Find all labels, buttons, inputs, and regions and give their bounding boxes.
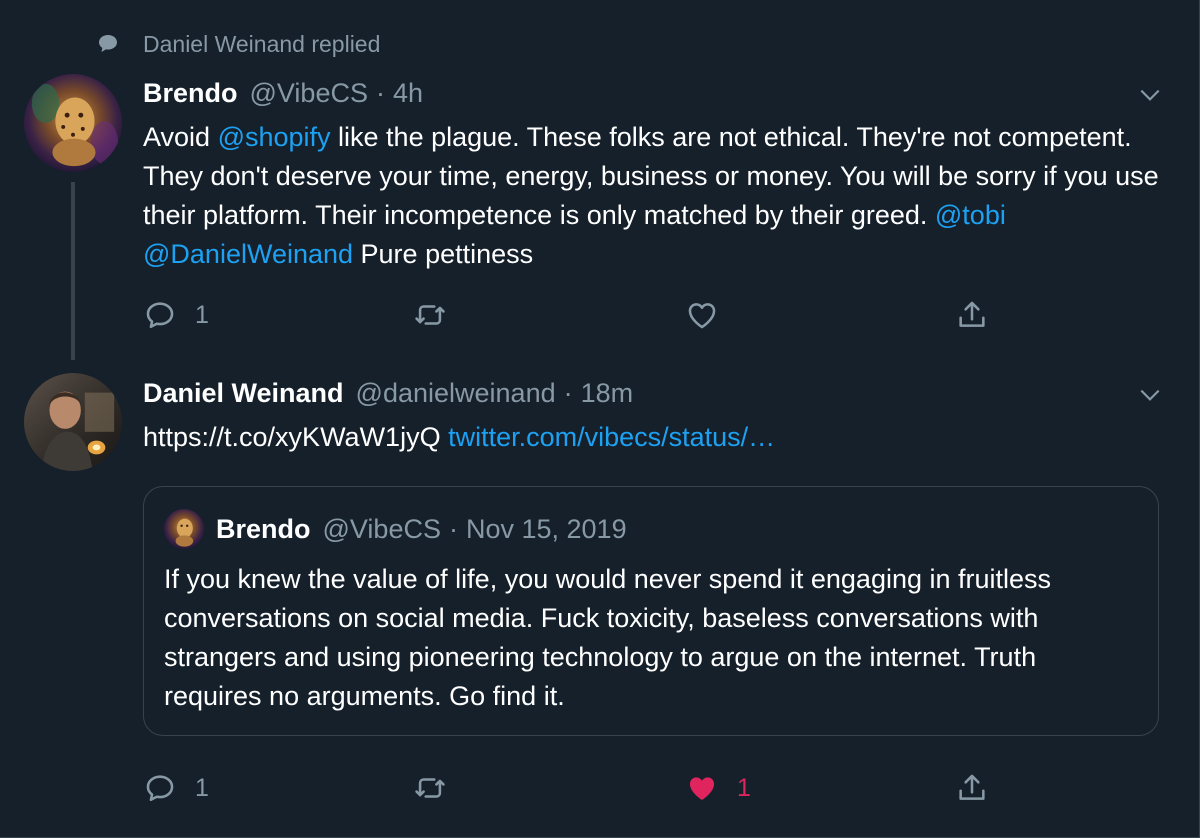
quoted-tweet-header: Brendo @VibeCS · Nov 15, 2019 — [164, 509, 627, 549]
tweet-header: Daniel Weinand @danielweinand · 18m — [143, 378, 633, 409]
quoted-author-name: Brendo — [216, 513, 311, 544]
share-icon — [959, 774, 985, 800]
quoted-tweet-date: Nov 15, 2019 — [465, 513, 627, 544]
like-button[interactable] — [685, 295, 737, 335]
tweet-actions: 1 — [143, 295, 1003, 335]
chevron-down-icon — [1140, 389, 1160, 401]
retweet-button[interactable] — [413, 295, 465, 335]
quoted-tweet-text: If you knew the value of life, you would… — [164, 564, 1052, 711]
retweet-icon — [415, 305, 445, 325]
separator-dot: · — [375, 78, 385, 108]
heart-icon — [688, 303, 716, 329]
tweet-header: Brendo @VibeCS · 4h — [143, 78, 423, 109]
more-options-button[interactable] — [1135, 80, 1165, 110]
retweet-icon — [415, 778, 445, 798]
tweet-text: https://t.co/xyKWaW1jyQ twitter.com/vibe… — [143, 418, 1163, 457]
avatar — [164, 509, 204, 549]
avatar[interactable] — [24, 373, 122, 471]
author-handle[interactable]: @danielweinand — [356, 378, 556, 409]
tweet-actions: 1 1 — [143, 768, 1003, 808]
mention-link[interactable]: @DanielWeinand — [143, 239, 353, 269]
tweet-timestamp[interactable]: 4h — [393, 78, 423, 109]
reply-count: 1 — [195, 300, 209, 329]
short-url[interactable]: https://t.co/xyKWaW1jyQ — [143, 422, 448, 452]
separator-dot: · — [563, 378, 573, 408]
mention-link[interactable]: @shopify — [218, 122, 331, 152]
quoted-tweet-card[interactable]: Brendo @VibeCS · Nov 15, 2019 If you kne… — [143, 486, 1159, 736]
author-name[interactable]: Brendo — [143, 78, 238, 109]
tweet-timestamp[interactable]: 18m — [581, 378, 634, 409]
like-button[interactable]: 1 — [685, 768, 751, 808]
reply-icon — [146, 775, 174, 802]
quoted-author-handle: @VibeCS — [322, 513, 441, 544]
quoted-tweet-link[interactable]: twitter.com/vibecs/status/… — [448, 422, 775, 452]
share-button[interactable] — [955, 768, 989, 808]
reply-icon — [146, 302, 174, 329]
tweet-text: Avoid @shopify like the plague. These fo… — [143, 118, 1163, 274]
reply-button[interactable]: 1 — [143, 295, 209, 335]
comment-bubble-icon — [96, 32, 120, 56]
author-handle[interactable]: @VibeCS — [250, 78, 368, 109]
separator-dot: · — [448, 513, 458, 544]
tweet-thread: Daniel Weinand replied Brendo @VibeCS · … — [0, 0, 1200, 838]
reply-count: 1 — [195, 773, 209, 802]
heart-icon — [689, 777, 715, 801]
share-button[interactable] — [955, 295, 989, 335]
thread-connector — [71, 182, 75, 360]
text-segment: Pure pettiness — [353, 239, 534, 269]
chevron-down-icon — [1140, 89, 1160, 101]
more-options-button[interactable] — [1135, 380, 1165, 410]
like-count: 1 — [737, 773, 751, 802]
avatar[interactable] — [24, 74, 122, 172]
share-icon — [959, 301, 985, 327]
author-name[interactable]: Daniel Weinand — [143, 378, 344, 409]
text-segment: Avoid — [143, 122, 218, 152]
retweet-button[interactable] — [413, 768, 465, 808]
reply-context-text: Daniel Weinand replied — [143, 30, 381, 57]
mention-link[interactable]: @tobi — [935, 200, 1006, 230]
reply-button[interactable]: 1 — [143, 768, 209, 808]
reply-context: Daniel Weinand replied — [96, 29, 380, 59]
